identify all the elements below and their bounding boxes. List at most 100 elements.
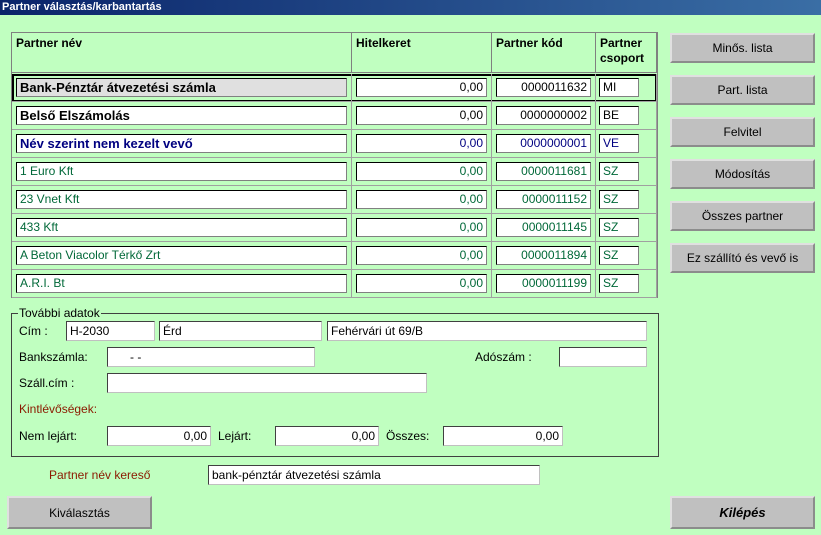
exit-button[interactable]: Kilépés (670, 496, 815, 529)
osszes-label: Összes: (386, 429, 430, 443)
partner-code-field[interactable]: 0000011152 (496, 190, 591, 209)
table-row[interactable]: A Beton Viacolor Térkő Zrt 0,00 0000011894… (12, 242, 657, 270)
partner-code-field[interactable]: 0000011199 (496, 274, 591, 293)
credit-cell: 0,00 (352, 242, 492, 270)
credit-cell: 0,00 (352, 130, 492, 158)
partner-code-cell: 0000011681 (492, 158, 596, 186)
partner-name-field[interactable]: 23 Vnet Kft (16, 190, 347, 209)
osszes-partner-button[interactable]: Összes partner (670, 201, 815, 231)
zip-field[interactable]: H-2030 (66, 321, 155, 341)
partner-name-cell: 433 Kft (12, 214, 352, 242)
partner-name-cell: A Beton Viacolor Térkő Zrt (12, 242, 352, 270)
partner-name-field[interactable]: A Beton Viacolor Térkő Zrt (16, 246, 347, 265)
search-label: Partner név kereső (49, 468, 151, 482)
credit-field[interactable]: 0,00 (356, 78, 487, 97)
header-group: Partner csoport (596, 33, 657, 73)
table-row[interactable]: A.R.I. Bt 0,00 0000011199 SZ (12, 270, 657, 298)
osszes-field[interactable]: 0,00 (443, 426, 563, 446)
partner-name-cell: 23 Vnet Kft (12, 186, 352, 214)
partner-name-field[interactable]: Belső Elszámolás (16, 106, 347, 125)
partner-group-field[interactable]: MI (599, 78, 639, 97)
lejart-label: Lejárt: (218, 429, 252, 443)
nem-lejart-field[interactable]: 0,00 (107, 426, 211, 446)
credit-cell: 0,00 (352, 158, 492, 186)
felvitel-button[interactable]: Felvitel (670, 117, 815, 147)
partner-group-cell: SZ (596, 242, 657, 270)
partner-group-field[interactable]: VE (599, 134, 639, 153)
partner-code-cell: 0000011632 (492, 74, 596, 102)
partner-name-cell: Bank-Pénztár átvezetési számla (12, 74, 352, 102)
table-row[interactable]: Bank-Pénztár átvezetési számla 0,00 000001… (12, 74, 657, 102)
lejart-field[interactable]: 0,00 (275, 426, 379, 446)
szallito-vevo-button[interactable]: Ez szállító és vevő is (670, 243, 815, 273)
partner-name-field[interactable]: 1 Euro Kft (16, 162, 347, 181)
partner-group-field[interactable]: SZ (599, 218, 639, 237)
partner-group-field[interactable]: SZ (599, 162, 639, 181)
partner-name-cell: Név szerint nem kezelt vevő (12, 130, 352, 158)
street-field[interactable]: Fehérvári út 69/B (327, 321, 647, 341)
szall-cim-label: Száll.cím : (19, 376, 75, 390)
table-row[interactable]: Belső Elszámolás 0,00 0000000002 BE (12, 102, 657, 130)
partner-code-cell: 0000011145 (492, 214, 596, 242)
credit-cell: 0,00 (352, 186, 492, 214)
szall-cim-field[interactable] (107, 373, 427, 393)
partner-group-field[interactable]: SZ (599, 190, 639, 209)
partner-code-field[interactable]: 0000011145 (496, 218, 591, 237)
credit-field[interactable]: 0,00 (356, 134, 487, 153)
search-input[interactable]: bank-pénztár átvezetési számla (208, 465, 540, 485)
partner-code-cell: 0000011199 (492, 270, 596, 298)
details-title: További adatok (18, 306, 101, 320)
select-button[interactable]: Kiválasztás (7, 496, 152, 529)
partner-grid: Partner név Hitelkeret Partner kód Partn… (11, 32, 658, 298)
partner-code-field[interactable]: 0000011894 (496, 246, 591, 265)
partner-code-field[interactable]: 0000000001 (496, 134, 591, 153)
kintlevosegek-label: Kintlévőségek: (19, 402, 98, 416)
partner-name-field[interactable]: Név szerint nem kezelt vevő (16, 134, 347, 153)
partner-code-cell: 0000011152 (492, 186, 596, 214)
partner-group-cell: MI (596, 74, 657, 102)
cim-label: Cím : (19, 324, 48, 338)
credit-field[interactable]: 0,00 (356, 190, 487, 209)
partner-code-cell: 0000011894 (492, 242, 596, 270)
credit-field[interactable]: 0,00 (356, 274, 487, 293)
adoszam-field[interactable] (559, 347, 647, 367)
part-lista-button[interactable]: Part. lista (670, 75, 815, 105)
window-title: Partner választás/karbantartás (0, 0, 821, 15)
partner-code-field[interactable]: 0000011632 (496, 78, 591, 97)
credit-cell: 0,00 (352, 74, 492, 102)
credit-cell: 0,00 (352, 270, 492, 298)
bankszamla-field[interactable]: - - (107, 347, 315, 367)
partner-code-field[interactable]: 0000011681 (496, 162, 591, 181)
credit-cell: 0,00 (352, 102, 492, 130)
modositas-button[interactable]: Módosítás (670, 159, 815, 189)
header-credit: Hitelkeret (352, 33, 492, 73)
credit-field[interactable]: 0,00 (356, 246, 487, 265)
minos-lista-button[interactable]: Minős. lista (670, 33, 815, 63)
partner-name-cell: Belső Elszámolás (12, 102, 352, 130)
partner-name-field[interactable]: 433 Kft (16, 218, 347, 237)
partner-name-field[interactable]: Bank-Pénztár átvezetési számla (16, 78, 347, 97)
partner-name-cell: A.R.I. Bt (12, 270, 352, 298)
table-row[interactable]: 1 Euro Kft 0,00 0000011681 SZ (12, 158, 657, 186)
bankszamla-label: Bankszámla: (19, 350, 88, 364)
partner-code-field[interactable]: 0000000002 (496, 106, 591, 125)
partner-group-cell: BE (596, 102, 657, 130)
partner-group-field[interactable]: BE (599, 106, 639, 125)
credit-field[interactable]: 0,00 (356, 106, 487, 125)
partner-group-cell: SZ (596, 186, 657, 214)
table-row[interactable]: 23 Vnet Kft 0,00 0000011152 SZ (12, 186, 657, 214)
table-row[interactable]: 433 Kft 0,00 0000011145 SZ (12, 214, 657, 242)
credit-field[interactable]: 0,00 (356, 218, 487, 237)
partner-group-field[interactable]: SZ (599, 246, 639, 265)
partner-code-cell: 0000000001 (492, 130, 596, 158)
city-field[interactable]: Érd (159, 321, 322, 341)
partner-group-cell: SZ (596, 214, 657, 242)
adoszam-label: Adószám : (475, 350, 532, 364)
partner-group-field[interactable]: SZ (599, 274, 639, 293)
table-row[interactable]: Név szerint nem kezelt vevő 0,00 000000000… (12, 130, 657, 158)
credit-field[interactable]: 0,00 (356, 162, 487, 181)
partner-group-cell: SZ (596, 270, 657, 298)
header-name: Partner név (12, 33, 352, 73)
partner-name-cell: 1 Euro Kft (12, 158, 352, 186)
partner-name-field[interactable]: A.R.I. Bt (16, 274, 347, 293)
